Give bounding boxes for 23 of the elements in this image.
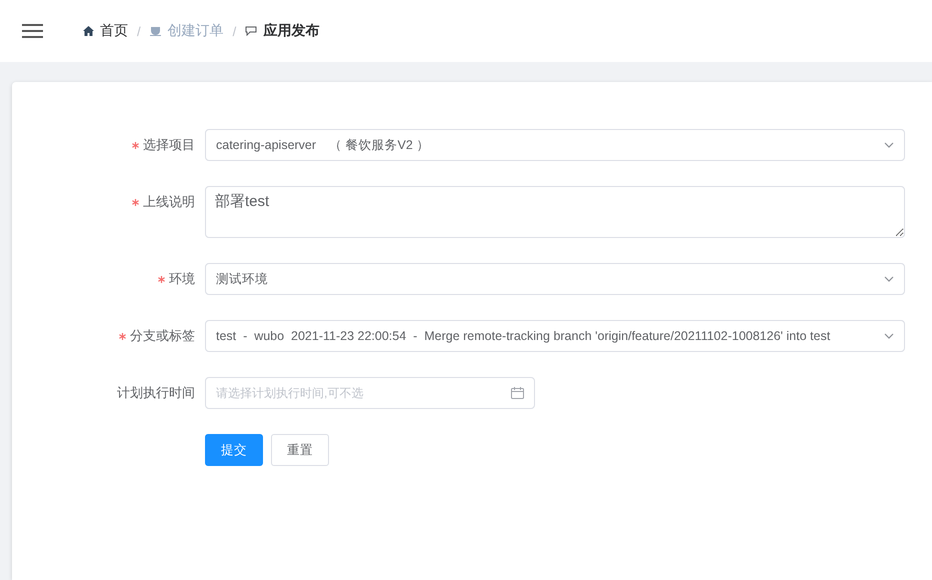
field-label: 分支或标签 — [130, 327, 195, 345]
menu-icon[interactable] — [22, 24, 43, 38]
breadcrumb-separator: / — [232, 24, 236, 38]
chevron-down-icon — [884, 276, 894, 282]
select-field[interactable]: 测试环境 — [205, 263, 905, 295]
field-label: 上线说明 — [143, 193, 195, 211]
breadcrumb-item[interactable]: 首页 — [100, 22, 128, 40]
textarea-field[interactable]: 部署test — [205, 186, 905, 238]
field-label: 计划执行时间 — [117, 384, 195, 402]
field-label: 环境 — [169, 270, 195, 288]
field-label: 选择项目 — [143, 136, 195, 154]
select-field[interactable]: catering-apiserver （ 餐饮服务V2 ） — [205, 129, 905, 161]
chevron-down-icon — [884, 142, 894, 148]
breadcrumb-item: 应用发布 — [263, 22, 320, 40]
calendar-icon — [511, 387, 524, 399]
home-icon — [83, 26, 94, 36]
submit-button[interactable]: 提交 — [205, 434, 263, 466]
breadcrumb-separator: / — [137, 24, 141, 38]
chevron-down-icon — [884, 333, 894, 339]
reset-button[interactable]: 重置 — [271, 434, 329, 466]
chat-icon — [245, 26, 258, 36]
cup-icon — [150, 26, 162, 36]
select-field[interactable]: test - wubo 2021-11-23 22:00:54 - Merge remote-tracking branch 'origin/feature/20211102-1008126' into test — [205, 320, 905, 352]
